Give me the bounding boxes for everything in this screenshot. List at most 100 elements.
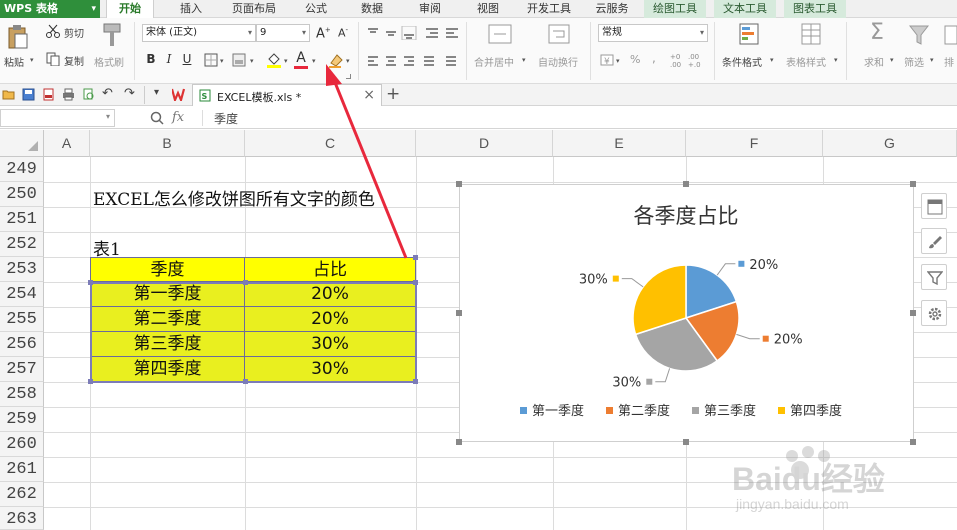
pie-chart-canvas[interactable]: 各季度占比 20% 20% 30% 30% 第一季度 第二季度 第三季度 第四季度 [460,185,913,441]
border-icon[interactable] [204,53,218,67]
wrap-text-icon[interactable] [548,24,570,44]
chart-resize-handle[interactable] [456,181,462,187]
horizontal-align-icons[interactable] [366,54,462,68]
cell-style-dropdown-icon[interactable]: ▾ [250,57,254,65]
clear-format-dropdown-icon[interactable]: ▾ [346,57,350,65]
legend-label-q1[interactable]: 第一季度 [532,403,584,419]
chart-style-button[interactable] [921,228,947,254]
customize-qa-dropdown-icon[interactable]: ▾ [154,87,159,98]
selection-handle[interactable] [243,379,248,384]
sort-icon[interactable] [944,24,957,46]
merge-center-button[interactable]: 合并居中 [474,54,514,69]
close-tab-icon[interactable]: × [363,87,375,103]
column-header-G[interactable]: G [823,130,957,157]
cell-style-icon[interactable] [232,53,248,67]
fill-color-dropdown-icon[interactable]: ▾ [284,57,288,65]
clear-format-icon[interactable] [328,51,344,69]
selection-handle[interactable] [413,280,418,285]
table-cell-quarter[interactable]: 第一季度 [90,282,245,307]
chart-legend[interactable]: 第一季度 第二季度 第三季度 第四季度 [520,403,842,419]
new-tab-icon[interactable]: + [386,84,400,104]
name-box[interactable]: ▾ [0,109,115,127]
zoom-search-icon[interactable] [150,111,164,125]
table-style-icon[interactable] [800,22,822,46]
chart-elements-button[interactable] [921,193,947,219]
tab-drawing-tools[interactable]: 绘图工具 [644,0,706,18]
table-cell-share[interactable]: 20% [245,307,416,332]
table-header-quarter[interactable]: 季度 [90,257,245,282]
document-tab[interactable]: S EXCEL模板.xls * × [192,84,382,106]
copy-button[interactable]: 复制 [64,53,84,68]
font-dialog-launcher-icon[interactable] [346,74,351,79]
font-size-select[interactable]: 9 ▾ [256,24,310,42]
comma-button[interactable]: , [652,51,656,65]
insert-function-button[interactable]: fx [172,110,184,125]
pie-chart[interactable]: 各季度占比 20% 20% 30% 30% 第一季度 第二季度 第三季度 第四季度 [459,184,914,442]
column-header-B[interactable]: B [90,130,245,157]
row-header[interactable]: 255 [0,307,44,332]
percent-button[interactable]: % [630,53,640,66]
conditional-format-icon[interactable] [738,22,760,46]
vertical-align-icons[interactable] [366,26,462,40]
tab-review[interactable]: 审阅 [410,0,450,18]
conditional-format-dropdown-icon[interactable]: ▾ [770,56,774,64]
font-color-button[interactable]: A [294,50,308,66]
filter-button[interactable]: 筛选 [904,54,924,69]
column-header-F[interactable]: F [686,130,823,157]
row-header[interactable]: 252 [0,232,44,257]
table-cell-share[interactable]: 20% [245,282,416,307]
scissors-icon[interactable] [46,24,60,38]
chart-resize-handle[interactable] [910,181,916,187]
export-pdf-icon[interactable] [42,88,55,101]
paste-dropdown-icon[interactable]: ▾ [30,56,34,64]
filter-dropdown-icon[interactable]: ▾ [930,56,934,64]
redo-icon[interactable]: ↷ [124,86,135,101]
tab-view[interactable]: 视图 [468,0,508,18]
chart-resize-handle[interactable] [456,439,462,445]
open-folder-icon[interactable] [2,88,15,101]
wps-app-menu-button[interactable]: WPS 表格 ▾ [0,0,100,18]
selection-handle[interactable] [413,255,418,260]
tab-home[interactable]: 开始 [106,0,154,18]
column-header-E[interactable]: E [553,130,686,157]
tab-page-layout[interactable]: 页面布局 [224,0,284,18]
tab-cloud[interactable]: 云服务 [588,0,636,18]
row-header[interactable]: 253 [0,257,44,282]
row-header[interactable]: 262 [0,482,44,507]
filter-icon[interactable] [908,24,930,46]
font-name-select[interactable]: 宋体 (正文) ▾ [142,24,256,42]
column-header-C[interactable]: C [245,130,416,157]
data-label-q4[interactable]: 30% [579,273,608,288]
row-header[interactable]: 249 [0,157,44,182]
wrap-text-button[interactable]: 自动换行 [538,54,578,69]
font-color-dropdown-icon[interactable]: ▾ [312,57,316,65]
table-cell-share[interactable]: 30% [245,357,416,382]
tab-insert[interactable]: 插入 [168,0,214,18]
format-painter-icon[interactable] [100,22,124,48]
merge-dropdown-icon[interactable]: ▾ [522,56,526,64]
format-painter-button[interactable]: 格式刷 [94,54,124,69]
underline-button[interactable]: U [180,52,194,66]
italic-button[interactable]: I [162,52,176,66]
save-icon[interactable] [22,88,35,101]
legend-label-q4[interactable]: 第四季度 [790,403,842,419]
tab-data[interactable]: 数据 [352,0,392,18]
print-preview-icon[interactable] [82,88,95,101]
currency-icon[interactable]: ¥ [600,53,614,67]
table-header-share[interactable]: 占比 [245,257,416,282]
row-header[interactable]: 260 [0,432,44,457]
pie-slices[interactable] [632,264,740,372]
row-header[interactable]: 254 [0,282,44,307]
selection-handle[interactable] [88,379,93,384]
sum-icon[interactable]: Σ [870,20,884,45]
row-header[interactable]: 256 [0,332,44,357]
column-header-A[interactable]: A [44,130,90,157]
row-header[interactable]: 261 [0,457,44,482]
formula-input[interactable]: 季度 [214,110,238,127]
data-label-q3[interactable]: 30% [612,376,641,391]
table-style-dropdown-icon[interactable]: ▾ [834,56,838,64]
chart-resize-handle[interactable] [910,310,916,316]
table-style-button[interactable]: 表格样式 [786,54,826,69]
chart-settings-button[interactable] [921,300,947,326]
table-cell-quarter[interactable]: 第二季度 [90,307,245,332]
